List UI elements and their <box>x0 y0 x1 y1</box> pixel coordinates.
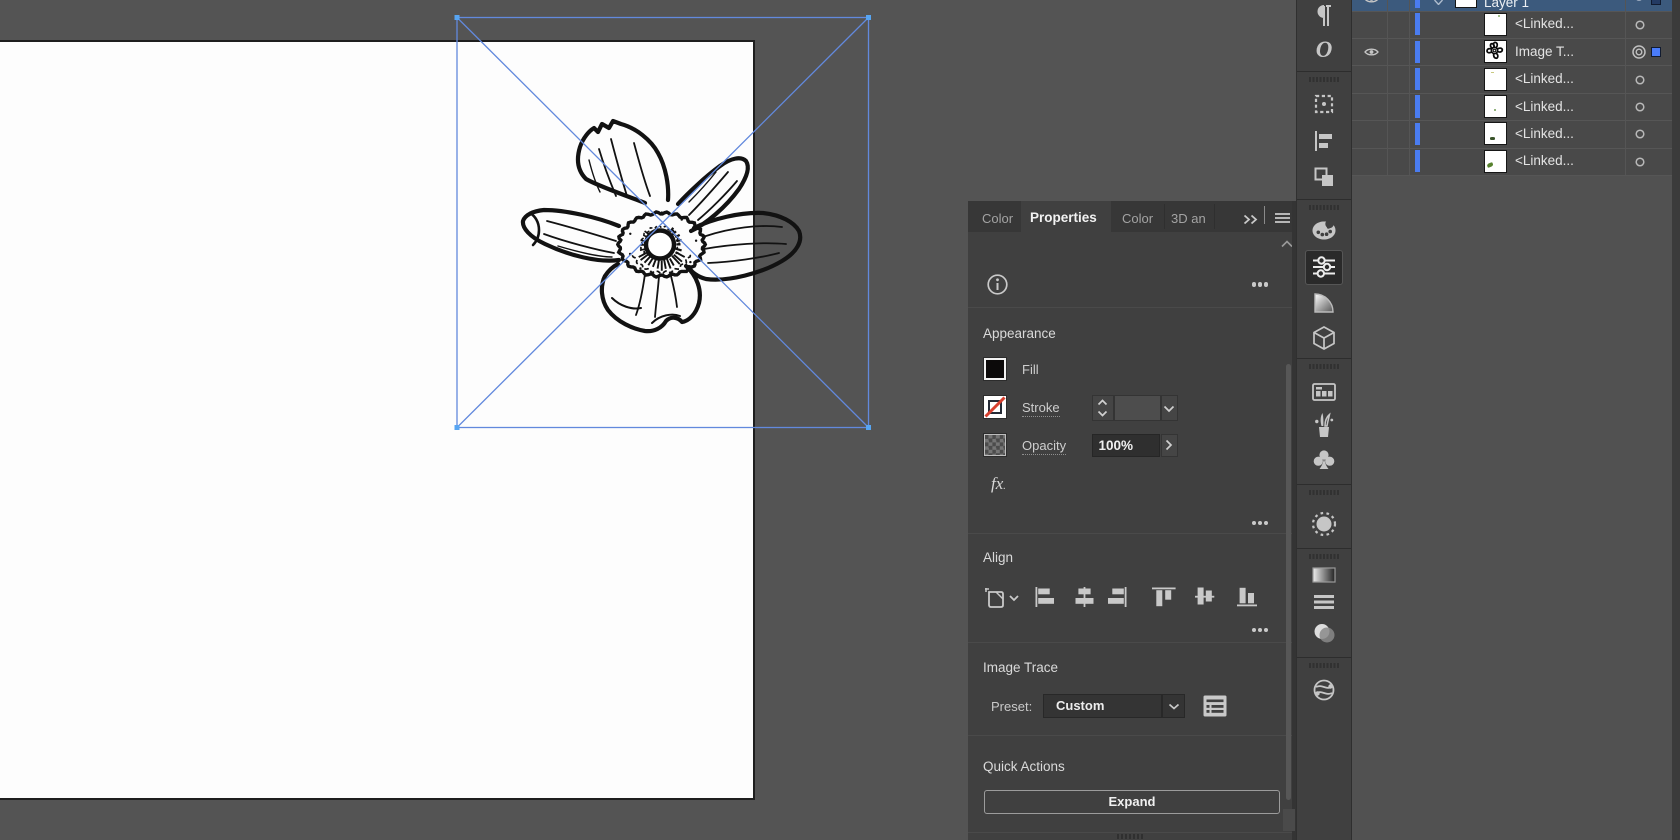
svg-text:O: O <box>1316 38 1333 62</box>
